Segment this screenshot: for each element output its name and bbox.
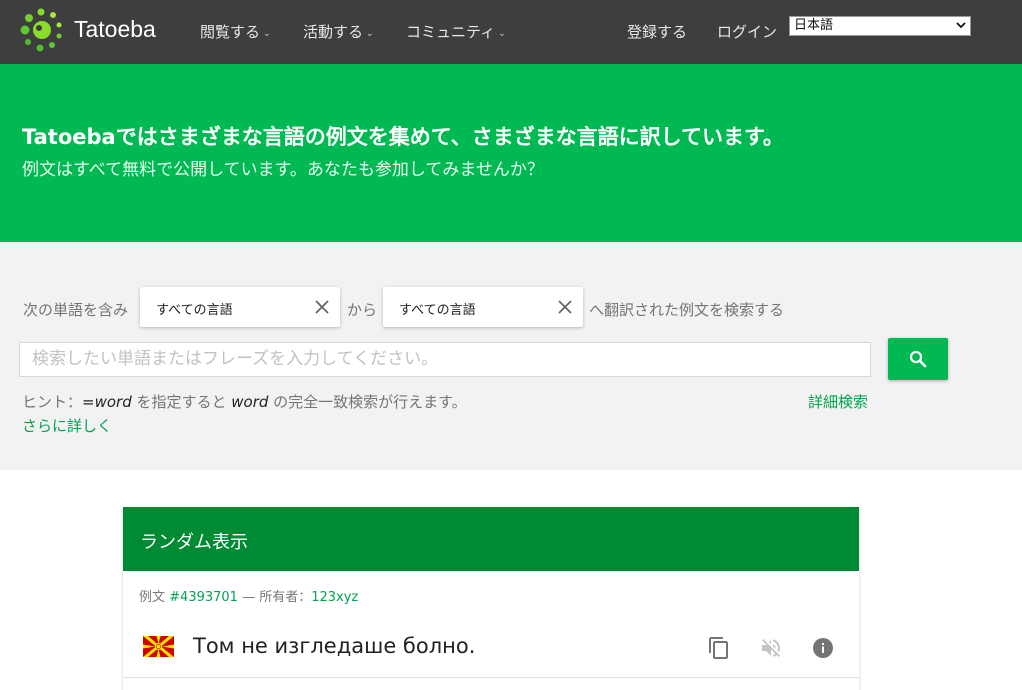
close-icon[interactable] bbox=[314, 299, 330, 315]
nav-community[interactable]: コミュニティ ⌄ bbox=[406, 21, 506, 42]
advanced-search-link[interactable]: 詳細検索 bbox=[808, 391, 868, 412]
brand-name[interactable]: Tatoeba bbox=[74, 16, 156, 43]
sentence-id-link[interactable]: #4393701 bbox=[169, 590, 238, 605]
search-panel: 次の単語を含み すべての言語 から すべての言語 へ翻訳された例文を検索する 検… bbox=[0, 242, 1022, 470]
macedonia-flag bbox=[143, 636, 174, 657]
hero-subtitle: 例文はすべて無料で公開しています。あなたも参加してみませんか？ bbox=[22, 160, 544, 180]
audio-off-icon[interactable] bbox=[759, 636, 783, 660]
info-icon[interactable] bbox=[811, 636, 835, 660]
hero-title: Tatoebaではさまざまな言語の例文を集めて、さまざまな言語に訳しています。 bbox=[22, 125, 784, 149]
copy-icon[interactable] bbox=[707, 636, 731, 660]
search-prefix-text: 次の単語を含み bbox=[23, 301, 129, 319]
chevron-down-icon: ⌄ bbox=[263, 29, 271, 39]
random-heading: ランダム表示 bbox=[140, 532, 248, 553]
nav-activity[interactable]: 活動する ⌄ bbox=[303, 21, 374, 42]
card-divider bbox=[123, 677, 859, 678]
register-link[interactable]: 登録する bbox=[627, 21, 687, 42]
hero-banner: Tatoebaではさまざまな言語の例文を集めて、さまざまな言語に訳しています。 … bbox=[0, 64, 1022, 242]
sentence-meta: 例文 #4393701 — 所有者：123xyz bbox=[139, 590, 359, 605]
random-card-header: ランダム表示 bbox=[123, 507, 859, 571]
login-link[interactable]: ログイン bbox=[717, 21, 777, 42]
chevron-down-icon: ⌄ bbox=[366, 29, 374, 39]
search-button[interactable] bbox=[888, 338, 948, 380]
nav-browse[interactable]: 閲覧する ⌄ bbox=[200, 21, 271, 42]
random-sentence-card: ランダム表示 例文 #4393701 — 所有者：123xyz Том не и… bbox=[123, 507, 859, 690]
owner-link[interactable]: 123xyz bbox=[311, 590, 358, 605]
tatoeba-logo[interactable] bbox=[16, 6, 68, 54]
close-icon[interactable] bbox=[557, 299, 573, 315]
interface-language-select[interactable]: 日本語 bbox=[789, 16, 971, 36]
chevron-down-icon bbox=[956, 22, 966, 29]
top-navigation: Tatoeba 閲覧する ⌄ 活動する ⌄ コミュニティ ⌄ 登録する ログイン 日本… bbox=[0, 0, 1022, 64]
more-info-link[interactable]: さらに詳しく bbox=[22, 415, 112, 436]
search-middle-text: から bbox=[347, 301, 378, 319]
sentence-text[interactable]: Том не изгледаше болно. bbox=[193, 634, 475, 658]
search-icon bbox=[909, 350, 927, 368]
to-language-select[interactable]: すべての言語 bbox=[383, 287, 583, 327]
search-suffix-text: へ翻訳された例文を検索する bbox=[589, 301, 785, 319]
search-input[interactable]: 検索したい単語またはフレーズを入力してください。 bbox=[19, 342, 871, 377]
from-language-select[interactable]: すべての言語 bbox=[140, 287, 340, 327]
chevron-down-icon: ⌄ bbox=[498, 29, 506, 39]
search-hint: ヒント：=word を指定すると word の完全一致検索が行えます。 bbox=[22, 393, 467, 411]
